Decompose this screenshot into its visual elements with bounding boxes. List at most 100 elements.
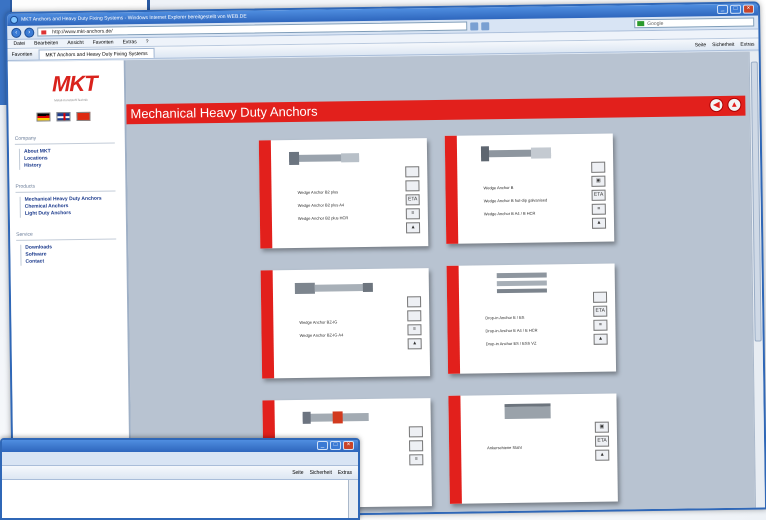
fire-icon[interactable]: ▲: [407, 338, 422, 350]
eta-icon[interactable]: ETA: [591, 189, 606, 201]
overlap-address-bar: [2, 452, 358, 466]
anchor-image: [294, 282, 373, 294]
approval-icon[interactable]: [409, 440, 424, 452]
mkt-logo[interactable]: MKT: [52, 70, 124, 97]
link-history[interactable]: History: [24, 161, 125, 169]
us-flag-icon[interactable]: [405, 166, 420, 178]
vertical-scrollbar[interactable]: [748, 51, 765, 508]
product-links: Mechanical Heavy Duty Anchors Chemical A…: [19, 195, 126, 218]
flag-english-icon[interactable]: [56, 112, 71, 122]
document-icon[interactable]: ≡: [407, 324, 422, 336]
approval-icon[interactable]: ▣: [594, 421, 609, 433]
company-links: About MKT Locations History: [18, 147, 126, 170]
document-icon[interactable]: ≡: [591, 203, 606, 215]
overlap-body: [2, 480, 358, 518]
anchor-image: [288, 151, 360, 166]
fire-icon[interactable]: ▲: [591, 217, 607, 229]
service-links: Downloads Software Contact: [20, 243, 127, 266]
overlapping-browser-window: _ □ × Seite Sicherheit Extras: [0, 438, 360, 520]
anchor-image: [302, 411, 369, 424]
card-accent: [444, 135, 459, 244]
menu-favorites[interactable]: Favoriten: [93, 38, 114, 46]
fire-icon[interactable]: ▲: [405, 222, 421, 234]
anchor-image: [504, 403, 551, 420]
card-label[interactable]: Wedge Anchor B A4 / B HCR: [484, 206, 594, 221]
search-input[interactable]: Google: [634, 17, 755, 29]
logo-subtitle: Metall-Kunststoff-Technik: [54, 97, 88, 103]
refresh-icon[interactable]: [470, 21, 479, 31]
us-flag-icon[interactable]: [407, 296, 422, 308]
maximize-button[interactable]: □: [729, 4, 742, 14]
us-flag-icon[interactable]: [592, 291, 608, 303]
section-service: Service: [16, 230, 117, 241]
anchor-image: [496, 272, 547, 294]
card-accent: [258, 140, 273, 249]
document-icon[interactable]: ≡: [593, 319, 608, 331]
overlap-scrollbar[interactable]: [348, 480, 358, 518]
ie-icon: [10, 15, 19, 24]
menu-file[interactable]: Datei: [13, 40, 25, 48]
menu-edit[interactable]: Bearbeiten: [34, 39, 58, 47]
product-card[interactable]: Drop-in Anchor E / ES Drop-in Anchor E A…: [446, 263, 617, 374]
home-icon[interactable]: ▲: [727, 97, 742, 112]
card-accent: [260, 270, 275, 379]
page-title-text: Mechanical Heavy Duty Anchors: [130, 103, 318, 122]
approval-icon[interactable]: [405, 180, 420, 192]
menu-help[interactable]: ?: [146, 38, 149, 46]
favorites-button[interactable]: Favoriten: [12, 51, 33, 57]
section-company: Company: [14, 134, 115, 145]
card-accent: [446, 265, 461, 374]
page-menu[interactable]: Seite: [695, 42, 706, 48]
forward-button[interactable]: ›: [24, 27, 35, 38]
minimize-button[interactable]: _: [716, 4, 729, 15]
card-label[interactable]: Drop-in Anchor ES / ESS VZ: [486, 336, 596, 351]
product-card[interactable]: Wedge Anchor BZ-IG Wedge Anchor BZ-IG A4…: [260, 268, 431, 379]
fire-icon[interactable]: ▲: [593, 333, 608, 345]
flag-chinese-icon[interactable]: [76, 111, 91, 122]
back-button[interactable]: ‹: [11, 27, 22, 38]
overlap-minimize-button[interactable]: _: [317, 441, 328, 450]
page-title: Mechanical Heavy Duty Anchors ◀ ▲: [126, 95, 746, 125]
product-card[interactable]: Ankerschiene Stahl ▣ ETA ▲: [448, 393, 618, 504]
anchor-image: [480, 146, 552, 162]
overlap-close-button[interactable]: ×: [343, 441, 354, 450]
overlap-page-menu[interactable]: Seite: [292, 470, 303, 476]
window-title: MKT Anchors and Heavy Duty Fixing System…: [21, 13, 247, 23]
menu-tools[interactable]: Extras: [123, 38, 137, 46]
card-label[interactable]: Wedge Anchor BZ-IG A4: [299, 327, 409, 342]
scroll-thumb[interactable]: [750, 61, 762, 342]
link-contact[interactable]: Contact: [25, 257, 126, 265]
menu-view[interactable]: Ansicht: [67, 39, 84, 47]
browser-tab[interactable]: MKT Anchors and Heavy Duty Fixing System…: [38, 47, 155, 60]
flag-german-icon[interactable]: [36, 112, 51, 122]
stop-icon[interactable]: [481, 21, 490, 30]
close-button[interactable]: ×: [742, 4, 755, 14]
approval-icon[interactable]: [407, 310, 422, 322]
card-accent: [448, 395, 462, 504]
section-products: Products: [15, 182, 116, 193]
overlap-title-bar: _ □ ×: [2, 440, 358, 452]
language-flags: [36, 111, 124, 122]
product-card[interactable]: Wedge Anchor B2 plus Wedge Anchor B2 plu…: [258, 138, 429, 249]
screen: MKT Anchors and Heavy Duty Fixing System…: [0, 0, 766, 520]
overlap-tools-menu[interactable]: Extras: [338, 470, 352, 476]
us-flag-icon[interactable]: [591, 161, 606, 173]
eta-icon[interactable]: ETA: [593, 305, 608, 317]
fire-icon[interactable]: ▲: [595, 449, 610, 461]
approval-icon[interactable]: ▣: [591, 175, 606, 187]
card-label[interactable]: Ankerschiene Stahl: [487, 440, 597, 455]
document-icon[interactable]: ≡: [405, 208, 420, 220]
link-light-duty-anchors[interactable]: Light Duty Anchors: [25, 209, 126, 217]
overlap-maximize-button[interactable]: □: [330, 441, 341, 450]
us-flag-icon[interactable]: [408, 426, 423, 438]
tools-menu[interactable]: Extras: [740, 41, 754, 47]
product-card[interactable]: Wedge Anchor B Wedge Anchor B hot-dip ga…: [444, 133, 615, 244]
overlap-command-bar: Seite Sicherheit Extras: [2, 466, 358, 480]
eta-icon[interactable]: ETA: [594, 435, 610, 447]
safety-menu[interactable]: Sicherheit: [712, 41, 734, 47]
back-arrow-icon[interactable]: ◀: [709, 97, 724, 113]
eta-icon[interactable]: ETA: [405, 194, 420, 206]
card-label[interactable]: Wedge Anchor B2 plus HCR: [298, 210, 408, 225]
document-icon[interactable]: ≡: [409, 454, 424, 466]
overlap-safety-menu[interactable]: Sicherheit: [310, 470, 332, 476]
